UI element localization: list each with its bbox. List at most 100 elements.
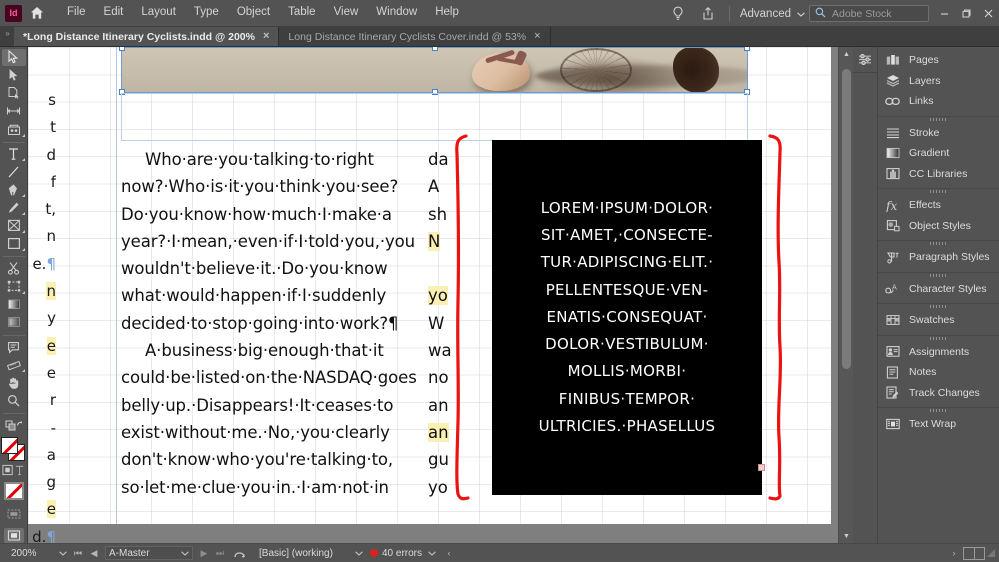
preflight-profile-field[interactable]: [Basic] (working) xyxy=(256,546,366,560)
hand-tool[interactable] xyxy=(2,374,26,391)
apply-none-icon[interactable] xyxy=(3,482,24,500)
page-tool[interactable] xyxy=(2,85,26,102)
page-view-toggle[interactable] xyxy=(963,546,985,560)
panel-divider[interactable] xyxy=(878,188,999,189)
menu-item-edit[interactable]: Edit xyxy=(95,3,133,23)
panel-divider[interactable] xyxy=(878,334,999,336)
chevron-down-icon[interactable] xyxy=(59,548,67,559)
panel-divider[interactable] xyxy=(878,271,999,273)
panel-divider[interactable] xyxy=(878,303,999,304)
scissors-tool[interactable] xyxy=(2,260,26,277)
formatting-affects-container-icon[interactable] xyxy=(1,461,26,478)
zoom-level-field[interactable]: 200% xyxy=(8,546,70,560)
panel-item-object-styles[interactable]: Object Styles xyxy=(878,216,999,237)
collapse-left-icon[interactable]: ‹ xyxy=(442,548,456,558)
document-canvas[interactable]: s t d f t, n e.¶ n y e e r - a g e d.¶ W… xyxy=(28,47,853,543)
panel-divider[interactable] xyxy=(878,240,999,241)
master-page-field[interactable]: A-Master xyxy=(105,546,193,560)
restore-icon[interactable] xyxy=(955,0,977,27)
menu-item-help[interactable]: Help xyxy=(426,3,468,23)
pencil-tool[interactable] xyxy=(2,199,26,216)
panel-item-effects[interactable]: fx Effects xyxy=(878,195,999,216)
expand-right-icon[interactable]: › xyxy=(947,548,961,558)
tab-bar-grip[interactable]: » xyxy=(0,27,14,46)
panel-item-pages[interactable]: Pages xyxy=(878,50,999,71)
menu-item-layout[interactable]: Layout xyxy=(132,3,185,23)
chevron-down-icon[interactable] xyxy=(181,548,189,559)
panel-item-layers[interactable]: Layers xyxy=(878,71,999,92)
panel-item-text-wrap[interactable]: Text Wrap xyxy=(878,414,999,435)
properties-panel-icon[interactable] xyxy=(853,47,878,73)
panel-item-paragraph-styles[interactable]: Paragraph Styles xyxy=(878,247,999,268)
gradient-swatch-tool[interactable] xyxy=(2,296,26,313)
panel-divider[interactable] xyxy=(878,407,999,408)
menu-item-file[interactable]: File xyxy=(58,3,95,23)
screen-mode-icon[interactable] xyxy=(3,527,24,543)
next-page-icon[interactable]: ▶ xyxy=(196,548,212,559)
vertical-scrollbar[interactable]: ▲ ▼ xyxy=(838,47,853,543)
placed-image-frame[interactable] xyxy=(121,47,748,93)
adobe-stock-search[interactable]: Adobe Stock xyxy=(809,5,929,22)
menu-item-object[interactable]: Object xyxy=(228,3,279,23)
panel-dock-strip[interactable] xyxy=(853,47,878,543)
black-text-box[interactable]: LOREM·IPSUM·DOLOR· SIT·AMET,·CONSECTE- T… xyxy=(492,140,765,495)
panel-item-character-styles[interactable]: A Character Styles xyxy=(878,279,999,300)
panel-item-links[interactable]: Links xyxy=(878,91,999,112)
panel-item-swatches[interactable]: Swatches xyxy=(878,310,999,331)
panel-item-track-changes[interactable]: Track Changes xyxy=(878,383,999,404)
scroll-up-icon[interactable]: ▲ xyxy=(839,47,854,61)
menu-item-view[interactable]: View xyxy=(325,3,368,23)
workspace-switcher[interactable]: Advanced xyxy=(736,8,809,20)
free-transform-tool[interactable] xyxy=(2,278,26,295)
type-tool[interactable] xyxy=(2,146,26,163)
fill-stroke-swatches[interactable] xyxy=(0,437,27,462)
fill-swatch[interactable] xyxy=(0,437,18,455)
vertical-scroll-thumb[interactable] xyxy=(842,69,851,369)
share-icon[interactable] xyxy=(693,0,723,27)
panel-item-assignments[interactable]: Assignments xyxy=(878,342,999,363)
lightbulb-icon[interactable] xyxy=(663,0,693,27)
close-icon[interactable]: × xyxy=(263,31,269,42)
panel-item-gradient[interactable]: Gradient xyxy=(878,143,999,164)
selection-tool[interactable] xyxy=(1,49,26,66)
note-tool[interactable] xyxy=(2,339,26,356)
document-tab-inactive[interactable]: Long Distance Itinerary Cyclists Cover.i… xyxy=(279,27,551,46)
chevron-down-icon[interactable] xyxy=(355,548,363,559)
direct-selection-tool[interactable] xyxy=(2,67,26,84)
resize-grip[interactable] xyxy=(987,549,995,557)
panel-item-stroke[interactable]: Stroke xyxy=(878,123,999,144)
pen-tool[interactable] xyxy=(2,181,26,198)
scroll-down-icon[interactable]: ▼ xyxy=(839,529,854,543)
text-frame-outline[interactable] xyxy=(121,93,748,141)
text-column-main[interactable]: Who·are·you·talking·to·right now?·Who·is… xyxy=(121,146,417,501)
close-icon[interactable]: × xyxy=(534,31,540,42)
gap-tool[interactable] xyxy=(2,103,26,120)
zoom-tool[interactable] xyxy=(2,392,26,409)
line-tool[interactable] xyxy=(2,163,26,180)
document-page[interactable]: s t d f t, n e.¶ n y e e r - a g e d.¶ W… xyxy=(28,47,831,543)
chevron-down-icon[interactable] xyxy=(422,550,442,556)
panel-item-cc-libraries[interactable]: CC Libraries xyxy=(878,164,999,185)
menu-item-table[interactable]: Table xyxy=(279,3,325,23)
black-box-handle[interactable] xyxy=(758,464,765,471)
frame-tool[interactable] xyxy=(2,217,26,234)
first-page-icon[interactable]: ⏮ xyxy=(70,548,86,559)
measure-tool[interactable] xyxy=(2,357,26,374)
content-collector-tool[interactable] xyxy=(2,121,26,138)
home-icon[interactable] xyxy=(22,0,52,27)
menu-item-window[interactable]: Window xyxy=(367,3,426,23)
rectangle-tool[interactable] xyxy=(2,235,26,252)
last-page-icon[interactable]: ⏭ xyxy=(212,548,228,559)
gradient-feather-tool[interactable] xyxy=(2,314,26,331)
text-column-cutoff[interactable]: s t d f t, n e.¶ n y e e r - a g e d.¶ xyxy=(30,87,56,543)
previous-page-icon[interactable]: ◀ xyxy=(86,548,102,559)
fill-stroke-swap-icon[interactable] xyxy=(2,417,26,434)
page-navigation-icon[interactable] xyxy=(228,548,250,559)
preflight-errors[interactable]: 40 errors xyxy=(370,548,422,559)
minimize-icon[interactable] xyxy=(933,0,955,27)
panel-item-notes[interactable]: Notes xyxy=(878,362,999,383)
menu-item-type[interactable]: Type xyxy=(185,3,228,23)
panel-divider[interactable] xyxy=(878,115,999,117)
normal-view-mode-icon[interactable] xyxy=(2,506,26,523)
document-tab-active[interactable]: *Long Distance Itinerary Cyclists.indd @… xyxy=(14,27,280,46)
